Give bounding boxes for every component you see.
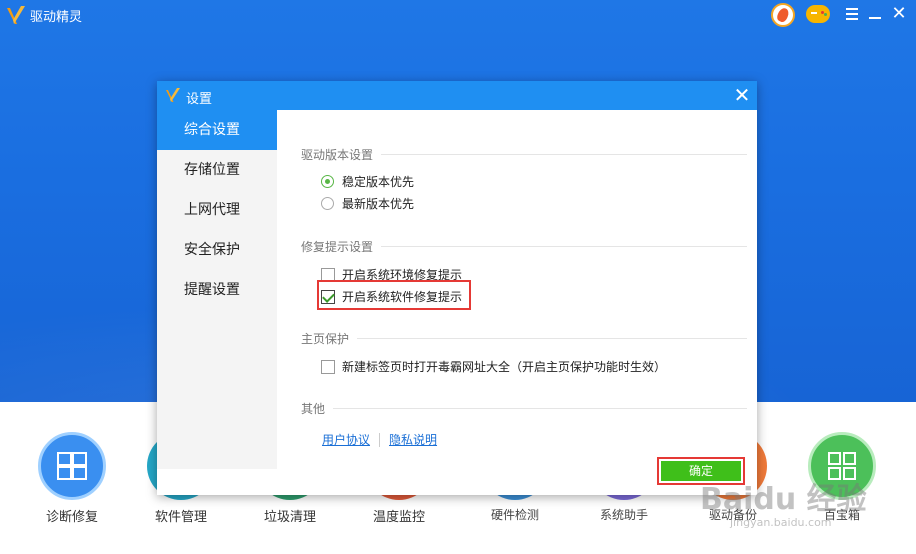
tool-label: 硬件检测 [490, 508, 539, 522]
link-separator [379, 432, 381, 447]
tool-label: 垃圾清理 [263, 510, 316, 525]
menu-button[interactable] [843, 4, 861, 24]
sidebar-item-proxy[interactable]: 上网代理 [157, 190, 277, 230]
sidebar-item-storage[interactable]: 存储位置 [157, 150, 277, 190]
settings-dialog: 设置 ✕ 综合设置 存储位置 上网代理 安全保护 提醒设置 驱动版本设置 稳定版… [157, 81, 757, 495]
section-divider [357, 338, 747, 339]
section-homepage-protect: 主页保护 [301, 330, 747, 347]
duba-fire-icon[interactable] [771, 3, 795, 27]
section-driver-version: 驱动版本设置 [301, 146, 747, 163]
checkbox-new-tab-duba[interactable]: 新建标签页时打开毒霸网址大全（开启主页保护功能时生效） [321, 358, 666, 375]
highlight-box [317, 280, 471, 310]
radio-stable-version[interactable]: 稳定版本优先 [321, 173, 414, 190]
radio-button[interactable] [321, 197, 334, 210]
sidebar-item-general[interactable]: 综合设置 [157, 110, 277, 150]
section-title: 主页保护 [301, 332, 350, 346]
checkbox-label: 新建标签页时打开毒霸网址大全（开启主页保护功能时生效） [342, 360, 667, 374]
user-agreement-link[interactable]: 用户协议 [322, 431, 370, 448]
dialog-title: 设置 [186, 92, 213, 107]
tool-label: 软件管理 [154, 510, 207, 525]
window-close-button[interactable]: ✕ [890, 4, 908, 24]
diagnose-repair-icon [38, 432, 106, 500]
watermark-text: Baidu 经验 [700, 482, 867, 517]
app-title: 驱动精灵 [30, 10, 83, 25]
sidebar-item-security[interactable]: 安全保护 [157, 230, 277, 270]
radio-label: 稳定版本优先 [342, 175, 415, 189]
radio-button-selected[interactable] [321, 175, 334, 188]
section-title: 驱动版本设置 [301, 148, 374, 162]
tool-label: 系统助手 [599, 508, 648, 522]
tool-diagnose-repair[interactable]: 诊断修复 [17, 432, 127, 525]
section-divider [381, 154, 747, 155]
checkbox[interactable] [321, 359, 335, 374]
radio-latest-version[interactable]: 最新版本优先 [321, 195, 414, 212]
dialog-close-button[interactable]: ✕ [731, 84, 753, 106]
dialog-logo-icon [166, 88, 180, 102]
section-divider [333, 408, 747, 409]
section-title: 其他 [301, 402, 326, 416]
section-other: 其他 [301, 400, 747, 417]
game-controller-icon[interactable] [806, 5, 830, 23]
other-links: 用户协议 隐私说明 [322, 431, 437, 448]
section-divider [381, 246, 747, 247]
sidebar-item-reminder[interactable]: 提醒设置 [157, 270, 277, 310]
minimize-button[interactable] [866, 4, 884, 24]
settings-sidebar: 综合设置 存储位置 上网代理 安全保护 提醒设置 [157, 110, 277, 469]
privacy-link[interactable]: 隐私说明 [389, 431, 437, 448]
watermark-url: jingyan.baidu.com [730, 516, 832, 529]
app-logo-icon [7, 6, 25, 24]
tool-label: 温度监控 [372, 510, 425, 525]
section-repair-prompt: 修复提示设置 [301, 238, 747, 255]
dialog-title-bar[interactable]: 设置 ✕ [157, 81, 757, 110]
tool-label: 诊断修复 [45, 510, 98, 525]
radio-label: 最新版本优先 [342, 197, 415, 211]
section-title: 修复提示设置 [301, 240, 374, 254]
baidu-jingyan-watermark: Baidu 经验 jingyan.baidu.com [700, 470, 900, 550]
